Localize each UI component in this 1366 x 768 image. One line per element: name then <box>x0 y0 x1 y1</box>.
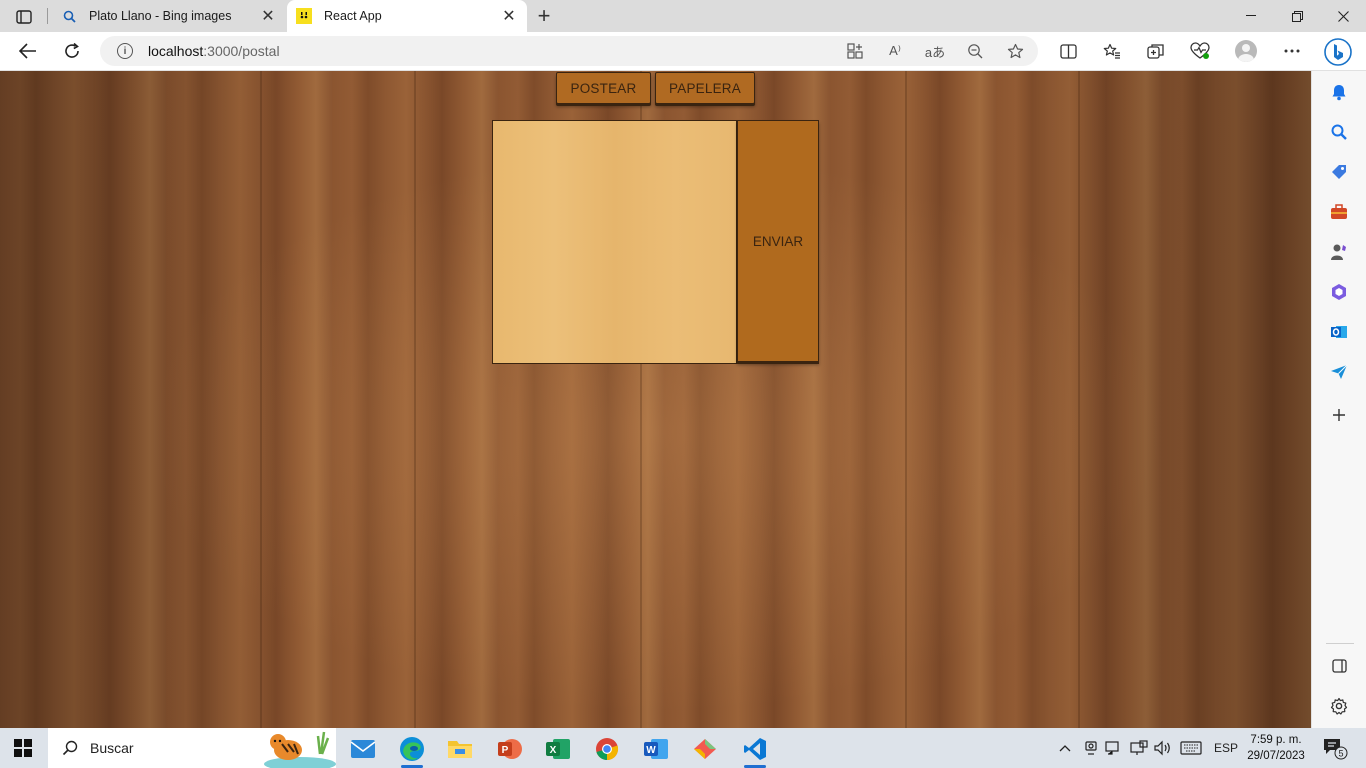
add-icon[interactable] <box>1327 403 1351 427</box>
zoom-out-icon[interactable] <box>964 40 986 62</box>
tab-bing-images[interactable]: Plato Llano - Bing images ✕ <box>52 0 286 32</box>
collections-icon[interactable] <box>1141 37 1171 65</box>
drop-send-icon[interactable] <box>1327 360 1351 384</box>
trash-button[interactable]: PAPELERA <box>655 72 755 104</box>
edge-sidebar <box>1311 71 1366 728</box>
hide-sidebar-icon[interactable] <box>1327 654 1351 678</box>
minimize-icon[interactable] <box>1228 0 1274 32</box>
mail-app-icon[interactable] <box>343 732 383 766</box>
browser-toolbar: i localhost :3000/postal A⁾ aあ <box>0 32 1366 71</box>
windows-taskbar: Buscar P X W ESP 7:59 p. m. 29/07/2023 5 <box>0 728 1366 768</box>
clock-time: 7:59 p. m. <box>1250 734 1302 746</box>
back-icon[interactable] <box>13 37 43 65</box>
react-app-icon <box>296 8 312 24</box>
restore-icon[interactable] <box>1274 0 1320 32</box>
new-tab-icon[interactable]: + <box>532 3 556 28</box>
search-icon <box>62 740 78 756</box>
favorite-star-icon[interactable] <box>1004 40 1026 62</box>
svg-text:P: P <box>502 745 509 756</box>
network-icon[interactable] <box>1130 728 1148 768</box>
tab-actions-icon[interactable] <box>10 6 38 28</box>
notification-center-icon[interactable]: 5 <box>1322 728 1348 768</box>
keyboard-icon[interactable] <box>1180 728 1202 768</box>
display-icon[interactable] <box>1105 728 1123 768</box>
notifications-bell-icon[interactable] <box>1327 80 1351 104</box>
input-language[interactable]: ESP <box>1214 728 1238 768</box>
refresh-icon[interactable] <box>57 37 87 65</box>
app-available-icon[interactable] <box>844 40 866 62</box>
shopping-tag-icon[interactable] <box>1327 160 1351 184</box>
split-screen-icon[interactable] <box>1053 37 1083 65</box>
post-button[interactable]: POSTEAR <box>556 72 651 104</box>
tools-briefcase-icon[interactable] <box>1327 200 1351 224</box>
site-info-icon[interactable]: i <box>117 43 133 59</box>
outlook-icon[interactable] <box>1327 320 1351 344</box>
games-icon[interactable] <box>1327 240 1351 264</box>
favorites-icon[interactable] <box>1097 37 1127 65</box>
tab-separator <box>47 8 48 24</box>
wood-plank-seam <box>414 71 416 728</box>
address-bar[interactable]: i localhost :3000/postal A⁾ aあ <box>100 36 1038 66</box>
send-button[interactable]: ENVIAR <box>737 120 819 362</box>
page-content-wood-background: POSTEAR PAPELERA ENVIAR <box>0 71 1311 728</box>
close-window-icon[interactable] <box>1320 0 1366 32</box>
tab-react-app[interactable]: React App ✕ <box>287 0 527 32</box>
bing-copilot-icon[interactable] <box>1322 36 1354 68</box>
url-host: localhost <box>148 43 204 59</box>
file-explorer-icon[interactable] <box>440 732 480 766</box>
read-aloud-icon[interactable]: A⁾ <box>884 40 906 62</box>
tab-title: Plato Llano - Bing images <box>89 9 232 23</box>
profile-avatar[interactable] <box>1235 40 1257 62</box>
search-highlight-tiger-icon <box>258 728 336 768</box>
svg-text:W: W <box>646 745 656 756</box>
browser-tab-strip: Plato Llano - Bing images ✕ React App ✕ … <box>0 0 1366 32</box>
sidebar-divider <box>1326 643 1354 644</box>
excel-icon[interactable]: X <box>538 732 578 766</box>
system-clock[interactable]: 7:59 p. m. 29/07/2023 <box>1244 732 1308 764</box>
svg-text:X: X <box>550 745 557 756</box>
postal-note-area[interactable] <box>492 120 737 364</box>
powerpoint-icon[interactable]: P <box>490 732 530 766</box>
wood-plank-seam <box>1078 71 1080 728</box>
more-options-icon[interactable] <box>1277 37 1307 65</box>
wood-plank-seam <box>260 71 262 728</box>
taskbar-search-label: Buscar <box>90 740 134 756</box>
clock-date: 29/07/2023 <box>1247 750 1305 762</box>
search-icon <box>61 8 77 24</box>
chrome-icon[interactable] <box>587 732 627 766</box>
show-hidden-icons[interactable] <box>1058 728 1072 768</box>
windows-start-icon[interactable] <box>14 739 32 757</box>
wood-plank-seam <box>905 71 907 728</box>
close-tab-icon[interactable]: ✕ <box>258 6 278 26</box>
close-tab-icon[interactable]: ✕ <box>499 6 519 26</box>
word-icon[interactable]: W <box>636 732 676 766</box>
git-kraken-icon[interactable] <box>685 732 725 766</box>
settings-gear-icon[interactable] <box>1327 694 1351 718</box>
taskbar-search-box[interactable]: Buscar <box>48 728 336 768</box>
vscode-icon[interactable] <box>735 732 775 768</box>
translate-icon[interactable]: aあ <box>924 40 946 62</box>
webcam-icon[interactable] <box>1083 728 1099 768</box>
url-path: :3000/postal <box>203 43 280 59</box>
edge-browser-icon[interactable] <box>392 732 432 768</box>
microsoft-365-icon[interactable] <box>1327 280 1351 304</box>
notification-count: 5 <box>1338 749 1343 759</box>
tab-title: React App <box>324 9 382 23</box>
search-icon[interactable] <box>1327 120 1351 144</box>
browser-essentials-icon[interactable] <box>1185 37 1215 65</box>
volume-icon[interactable] <box>1154 728 1172 768</box>
